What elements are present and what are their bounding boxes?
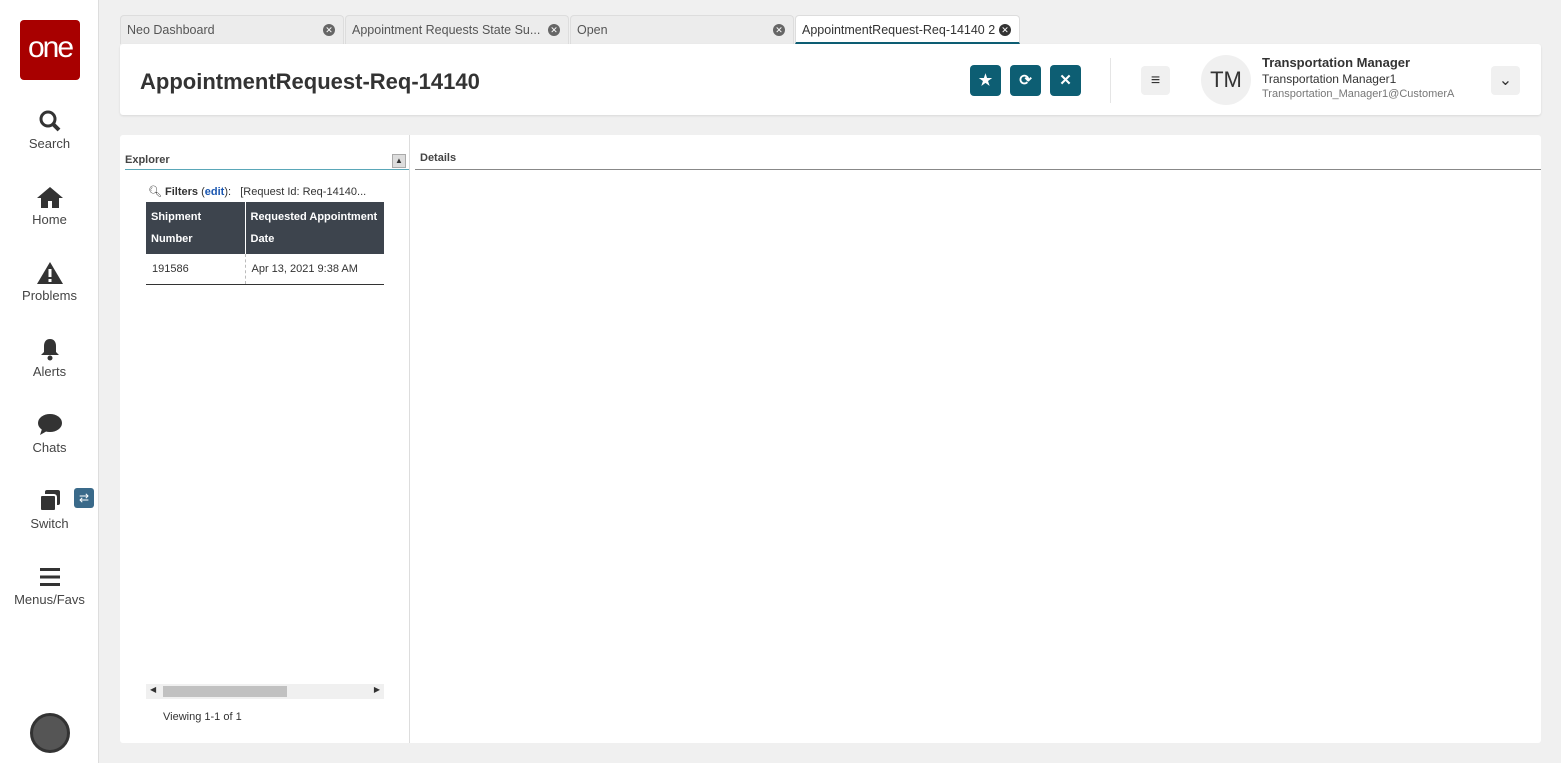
search-icon: 🔍︎: [148, 186, 162, 198]
main-panel: Explorer ▲ 🔍︎ Filters (edit): [Request I…: [120, 135, 1541, 743]
home-icon: [36, 187, 63, 208]
tab-neo-dashboard[interactable]: Neo Dashboard ✕: [120, 15, 344, 44]
user-menu-button[interactable]: ⌄: [1491, 66, 1520, 95]
sidebar-item-home[interactable]: Home: [0, 184, 99, 227]
scroll-right-icon[interactable]: ▶: [374, 685, 380, 694]
viewing-count: Viewing 1-1 of 1: [163, 711, 242, 723]
chat-icon: [37, 414, 62, 435]
sidebar-item-problems[interactable]: Problems: [0, 260, 99, 303]
assistant-avatar[interactable]: [30, 713, 70, 753]
results-table: Shipment Number Requested Appointment Dat…: [146, 202, 384, 285]
filters-bar: 🔍︎ Filters (edit): [Request Id: Req-1414…: [148, 186, 367, 198]
bell-icon: [40, 339, 59, 361]
explorer-panel: Explorer ▲ 🔍︎ Filters (edit): [Request I…: [120, 135, 410, 743]
close-tab-icon[interactable]: ✕: [999, 24, 1011, 36]
user-role: Transportation Manager: [1262, 55, 1411, 70]
column-header[interactable]: Requested Appointment Date: [244, 202, 384, 254]
close-tab-icon[interactable]: ✕: [773, 24, 785, 36]
close-tab-icon[interactable]: ✕: [548, 24, 560, 36]
refresh-button[interactable]: ⟳: [1010, 65, 1041, 96]
horizontal-scrollbar[interactable]: ◀ ▶: [146, 684, 384, 699]
filter-value: [Request Id: Req-14140...: [240, 186, 367, 198]
shipment-number[interactable]: 191586: [146, 254, 245, 285]
divider: [415, 169, 1541, 170]
sidebar-item-search[interactable]: Search: [0, 108, 99, 151]
user-avatar[interactable]: TM: [1201, 55, 1251, 105]
divider: [125, 169, 409, 170]
close-icon: ✕: [1059, 72, 1072, 89]
search-icon: [39, 110, 60, 132]
tab-open[interactable]: Open ✕: [570, 15, 794, 44]
hamburger-icon: ≡: [1150, 72, 1161, 89]
tab-appointment-request[interactable]: AppointmentRequest-Req-14140 2 ✕: [795, 15, 1020, 44]
user-account: Transportation_Manager1@CustomerA: [1262, 88, 1455, 100]
scrollbar-thumb[interactable]: [163, 686, 287, 697]
scroll-left-icon[interactable]: ◀: [150, 685, 156, 694]
sidebar-item-alerts[interactable]: Alerts: [0, 336, 99, 379]
star-icon: ★: [978, 72, 993, 89]
page-header: AppointmentRequest-Req-14140 ★ ⟳ ✕ ≡ TM …: [120, 44, 1541, 115]
favorite-button[interactable]: ★: [970, 65, 1001, 96]
table-row[interactable]: 191586 Apr 13, 2021 9:38 AM: [146, 254, 384, 285]
explorer-title: Explorer: [125, 154, 170, 166]
page-title: AppointmentRequest-Req-14140: [140, 69, 480, 94]
switch-badge-icon: ⇄: [74, 488, 94, 508]
requested-date: Apr 13, 2021 9:38 AM: [244, 254, 384, 285]
edit-filters-link[interactable]: edit: [205, 186, 225, 198]
menu-button[interactable]: ≡: [1141, 66, 1170, 95]
column-header[interactable]: Shipment Number: [146, 202, 245, 254]
refresh-icon: ⟳: [1019, 72, 1032, 89]
sidebar: one Search Home Problems Alerts Chats Sw…: [0, 0, 99, 763]
one-logo[interactable]: one: [20, 20, 80, 80]
tab-appointment-requests-state[interactable]: Appointment Requests State Su... ✕: [345, 15, 569, 44]
menu-icon: [39, 568, 60, 586]
details-title: Details: [420, 152, 457, 164]
warning-icon: [36, 262, 63, 284]
collapse-button[interactable]: ▲: [392, 154, 406, 168]
close-tab-icon[interactable]: ✕: [323, 24, 335, 36]
user-name: Transportation Manager1: [1262, 72, 1397, 86]
switch-icon: [38, 490, 60, 512]
close-button[interactable]: ✕: [1050, 65, 1081, 96]
sidebar-item-menus-favs[interactable]: Menus/Favs: [0, 564, 99, 607]
divider: [1110, 58, 1111, 103]
chevron-down-icon: ⌄: [1498, 72, 1513, 89]
sidebar-item-chats[interactable]: Chats: [0, 412, 99, 455]
